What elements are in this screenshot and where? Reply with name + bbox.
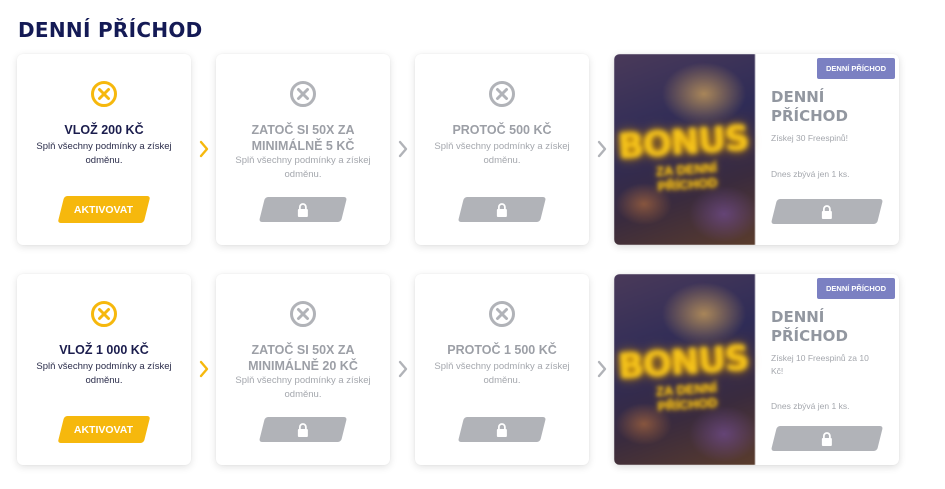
activate-button-label: AKTIVOVAT xyxy=(74,203,134,216)
reward-stock: Dnes zbývá jen 1 ks. xyxy=(771,401,850,411)
step-title: VLOŽ 200 KČ xyxy=(64,123,144,137)
reward-description: Získej 10 Freespinů za 10 Kč! xyxy=(771,353,869,376)
step-card-deposit: VLOŽ 200 KČ Splň všechny podmínky a získ… xyxy=(17,54,191,245)
lock-icon xyxy=(497,422,507,437)
x-circle-icon xyxy=(91,301,117,327)
activate-button[interactable]: AKTIVOVAT xyxy=(57,416,151,443)
step-title: ZATOČ SI 50X ZA MINIMÁLNĚ 20 KČ xyxy=(248,343,358,373)
step-description: Splň všechny podmínky a získej odměnu. xyxy=(235,375,371,400)
reward-description: Získej 30 Freespinů! xyxy=(771,133,849,143)
reward-stock: Dnes zbývá jen 1 ks. xyxy=(771,169,850,179)
reward-card: BONUS ZA DENNÍ PŘÍCHOD DENNÍ PŘÍCHOD DEN… xyxy=(614,54,899,245)
bonus-image-text: BONUS xyxy=(616,338,750,388)
step-description: Splň všechny podmínky a získej odměnu. xyxy=(434,361,570,386)
locked-button[interactable] xyxy=(457,197,547,222)
step-description: Splň všechny podmínky a získej odměnu. xyxy=(36,361,172,386)
step-card-wager: PROTOČ 500 KČ Splň všechny podmínky a zí… xyxy=(415,54,589,245)
lock-icon xyxy=(298,202,308,217)
locked-button[interactable] xyxy=(457,417,547,442)
x-circle-icon xyxy=(290,81,316,107)
step-description: Splň všechny podmínky a získej odměnu. xyxy=(434,141,570,166)
x-circle-icon xyxy=(290,301,316,327)
reward-title: DENNÍ PŘÍCHOD xyxy=(771,308,848,345)
reward-title: DENNÍ PŘÍCHOD xyxy=(771,88,848,125)
step-title: PROTOČ 1 500 KČ xyxy=(447,343,557,357)
bonus-image: BONUS ZA DENNÍ PŘÍCHOD xyxy=(614,274,755,465)
activate-button[interactable]: AKTIVOVAT xyxy=(57,196,151,223)
x-circle-icon xyxy=(91,81,117,107)
x-circle-icon xyxy=(489,301,515,327)
lock-icon xyxy=(298,422,308,437)
reward-badge: DENNÍ PŘÍCHOD xyxy=(816,58,895,79)
bonus-image-subtext: ZA DENNÍ PŘÍCHOD xyxy=(655,159,718,195)
reward-badge: DENNÍ PŘÍCHOD xyxy=(816,278,895,299)
lock-icon xyxy=(822,204,832,219)
step-card-wager: PROTOČ 1 500 KČ Splň všechny podmínky a … xyxy=(415,274,589,465)
step-card-spins: ZATOČ SI 50X ZA MINIMÁLNĚ 5 KČ Splň všec… xyxy=(216,54,390,245)
locked-button[interactable] xyxy=(258,197,348,222)
step-description: Splň všechny podmínky a získej odměnu. xyxy=(235,155,371,180)
lock-icon xyxy=(497,202,507,217)
step-card-spins: ZATOČ SI 50X ZA MINIMÁLNĚ 20 KČ Splň vše… xyxy=(216,274,390,465)
bonus-image-text: BONUS xyxy=(616,118,750,168)
reward-locked-button[interactable] xyxy=(770,199,884,224)
step-title: ZATOČ SI 50X ZA MINIMÁLNĚ 5 KČ xyxy=(251,123,355,153)
step-title: VLOŽ 1 000 KČ xyxy=(59,343,149,357)
reward-card: BONUS ZA DENNÍ PŘÍCHOD DENNÍ PŘÍCHOD DEN… xyxy=(614,274,899,465)
bonus-image-subtext: ZA DENNÍ PŘÍCHOD xyxy=(655,379,718,415)
bonus-image: BONUS ZA DENNÍ PŘÍCHOD xyxy=(614,54,755,245)
chevron-right-icon xyxy=(398,360,408,378)
locked-button[interactable] xyxy=(258,417,348,442)
chevron-right-icon xyxy=(597,140,607,158)
chevron-right-icon xyxy=(597,360,607,378)
x-circle-icon xyxy=(489,81,515,107)
challenge-row: VLOŽ 1 000 KČ Splň všechny podmínky a zí… xyxy=(17,274,899,465)
activate-button-label: AKTIVOVAT xyxy=(74,423,134,436)
reward-locked-button[interactable] xyxy=(770,426,884,451)
step-title: PROTOČ 500 KČ xyxy=(452,123,552,137)
challenge-row: VLOŽ 200 KČ Splň všechny podmínky a získ… xyxy=(17,54,899,245)
step-card-deposit: VLOŽ 1 000 KČ Splň všechny podmínky a zí… xyxy=(17,274,191,465)
chevron-right-icon xyxy=(199,140,209,158)
chevron-right-icon xyxy=(199,360,209,378)
step-description: Splň všechny podmínky a získej odměnu. xyxy=(36,141,172,166)
lock-icon xyxy=(822,431,832,446)
chevron-right-icon xyxy=(398,140,408,158)
page-title: DENNÍ PŘÍCHOD xyxy=(18,18,203,42)
